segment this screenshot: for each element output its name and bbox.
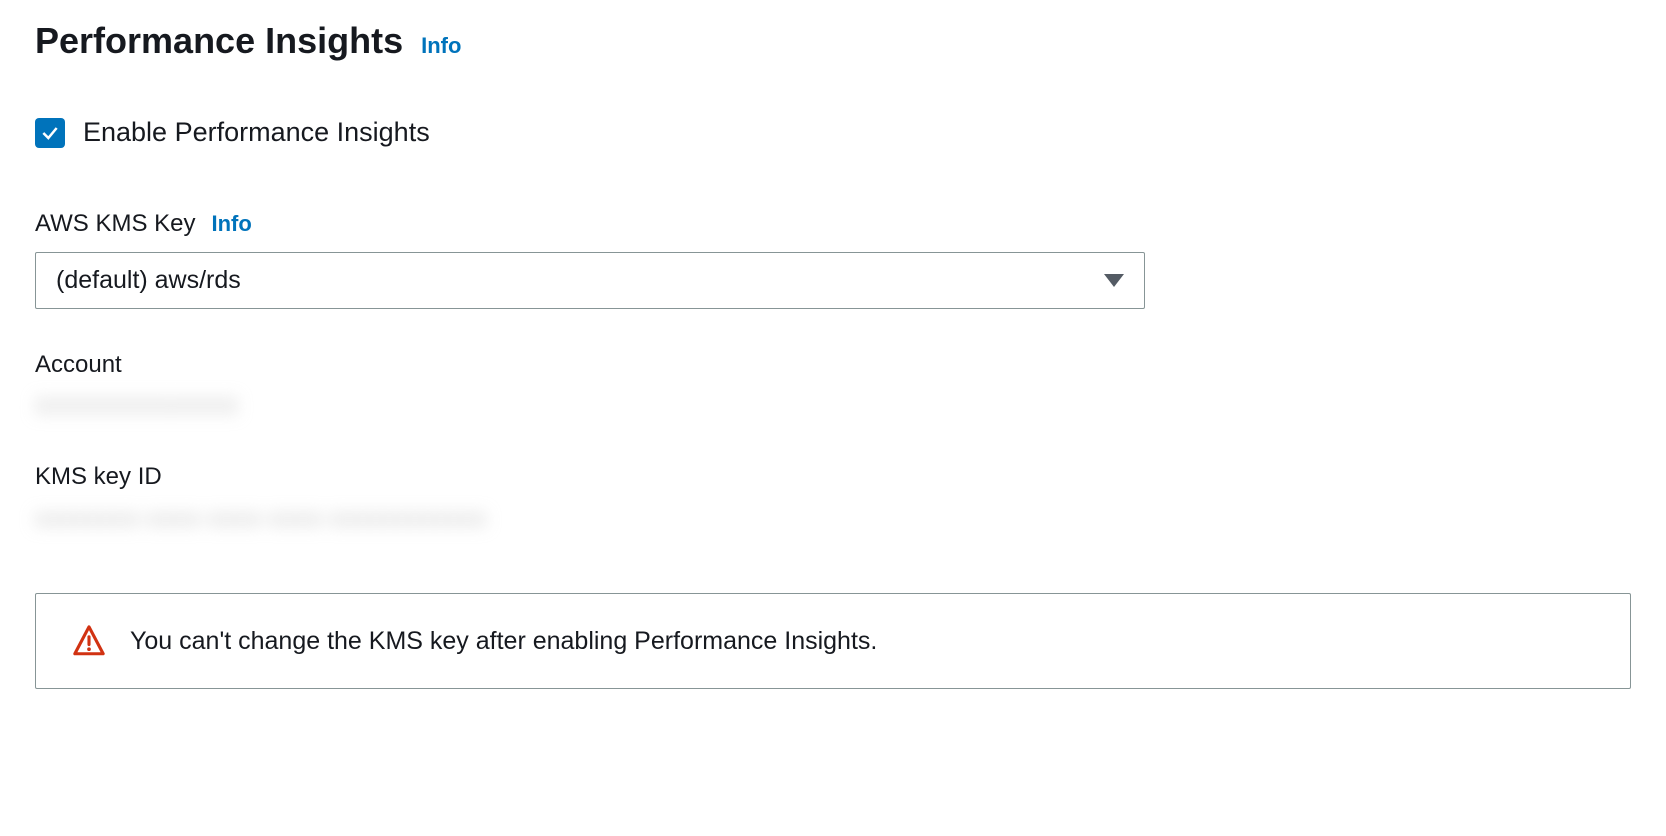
kms-key-label: AWS KMS Key	[35, 210, 195, 238]
kms-key-field: AWS KMS Key Info (default) aws/rds	[35, 210, 1631, 309]
account-label: Account	[35, 351, 1631, 379]
kms-key-label-row: AWS KMS Key Info	[35, 210, 1631, 238]
enable-performance-insights-checkbox[interactable]	[35, 118, 65, 148]
account-value-redacted: XXXXXXXXXXXX	[35, 393, 1631, 421]
kms-key-id-label: KMS key ID	[35, 463, 1631, 491]
kms-key-alert-text: You can't change the KMS key after enabl…	[130, 627, 877, 656]
enable-performance-insights-row: Enable Performance Insights	[35, 117, 1631, 148]
checkmark-icon	[40, 123, 60, 143]
section-title: Performance Insights	[35, 20, 403, 62]
kms-key-select[interactable]: (default) aws/rds	[35, 252, 1145, 309]
account-field: Account XXXXXXXXXXXX	[35, 351, 1631, 421]
section-header: Performance Insights Info	[35, 20, 1631, 62]
kms-key-id-field: KMS key ID xxxxxxxx-xxxx-xxxx-xxxx-xxxxx…	[35, 463, 1631, 533]
kms-key-info-link[interactable]: Info	[211, 211, 251, 237]
kms-key-id-value-redacted: xxxxxxxx-xxxx-xxxx-xxxx-xxxxxxxxxxxx	[35, 505, 1631, 533]
warning-icon	[72, 624, 106, 658]
section-info-link[interactable]: Info	[421, 33, 461, 59]
enable-performance-insights-label: Enable Performance Insights	[83, 117, 430, 148]
kms-key-alert: You can't change the KMS key after enabl…	[35, 593, 1631, 689]
kms-key-select-value: (default) aws/rds	[56, 266, 241, 295]
caret-down-icon	[1104, 274, 1124, 287]
